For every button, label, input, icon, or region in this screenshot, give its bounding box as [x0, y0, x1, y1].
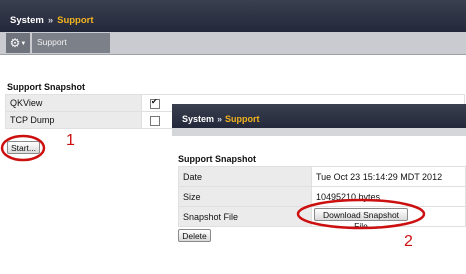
annotation-marker-2: 2 — [404, 233, 413, 250]
annotation-marker-1: 1 — [66, 132, 75, 149]
highlight-circle-start — [0, 134, 46, 162]
highlight-circle-download — [296, 198, 426, 230]
